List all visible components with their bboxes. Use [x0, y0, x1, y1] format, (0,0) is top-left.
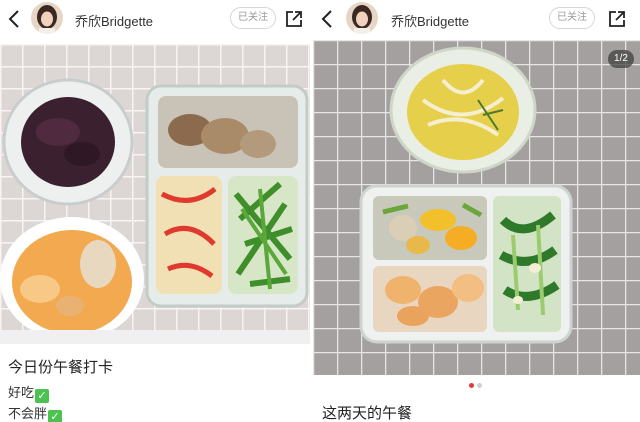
post-title: 今日份午餐打卡	[8, 359, 114, 376]
post-photo[interactable]: 1/2	[313, 40, 640, 375]
post-title: 这两天的午餐	[322, 405, 413, 422]
share-icon[interactable]	[284, 9, 304, 29]
post-photo[interactable]	[0, 44, 310, 344]
back-arrow-icon[interactable]	[5, 8, 23, 30]
carousel-dot[interactable]	[477, 383, 482, 388]
back-arrow-icon[interactable]	[318, 8, 336, 30]
post-panel-left: 乔欣Bridgette 已关注 今日份午餐打卡 好吃 ✓ 不会胖 ✓	[0, 0, 310, 422]
follow-button[interactable]: 已关注	[549, 7, 595, 29]
check-mark-icon: ✓	[48, 410, 63, 422]
caption-text: 好吃	[8, 385, 35, 400]
avatar[interactable]	[31, 2, 63, 34]
username[interactable]: 乔欣Bridgette	[391, 11, 469, 30]
post-header: 乔欣Bridgette 已关注	[313, 0, 640, 40]
post-panel-right: 乔欣Bridgette 已关注 1/2 这两天的午餐	[313, 0, 640, 422]
follow-button[interactable]: 已关注	[230, 7, 276, 29]
carousel-dot-active[interactable]	[469, 383, 474, 388]
post-header: 乔欣Bridgette 已关注	[0, 0, 310, 40]
check-mark-icon: ✓	[35, 389, 50, 403]
caption-line: 不会胖 ✓	[8, 403, 63, 422]
image-counter: 1/2	[608, 50, 634, 68]
share-icon[interactable]	[607, 9, 627, 29]
caption-text: 不会胖	[8, 406, 48, 421]
avatar[interactable]	[346, 2, 378, 34]
username[interactable]: 乔欣Bridgette	[75, 11, 153, 30]
caption-line: 好吃 ✓	[8, 382, 50, 403]
carousel-dots[interactable]	[469, 383, 489, 389]
